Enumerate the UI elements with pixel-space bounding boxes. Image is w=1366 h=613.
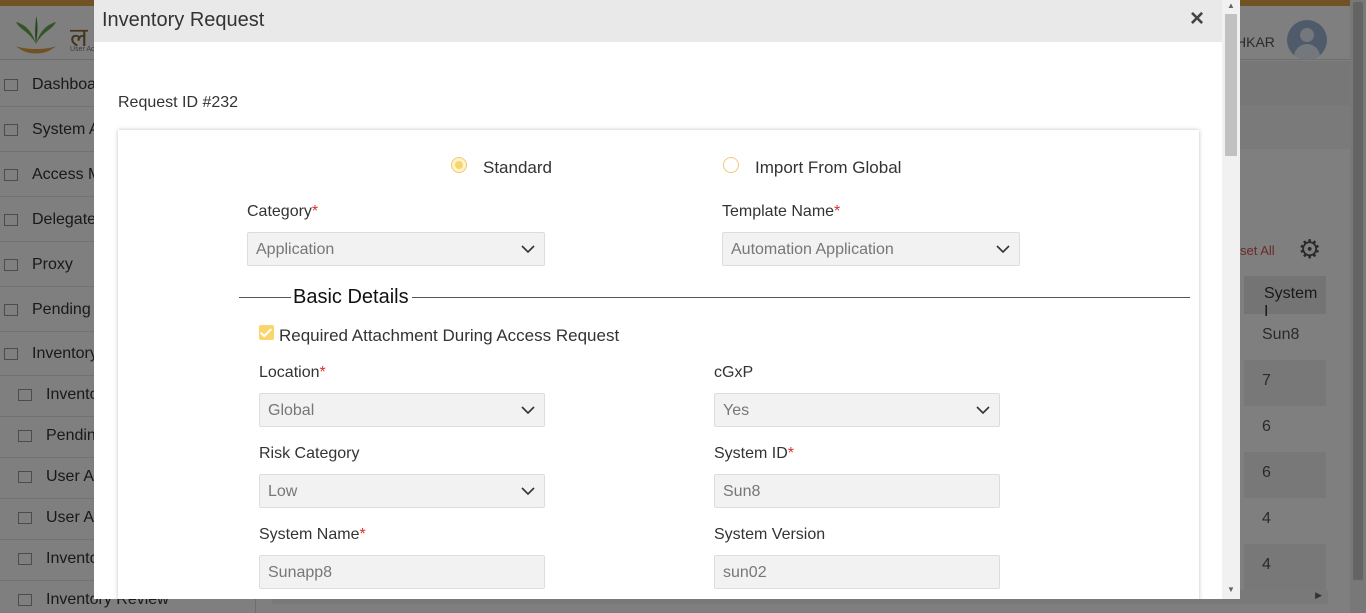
section-divider: [239, 297, 291, 298]
system-id-label: System ID*: [714, 445, 795, 462]
category-label: Category*: [247, 203, 319, 220]
system-id-input[interactable]: Sun8: [714, 474, 1000, 508]
chevron-down-icon: [521, 406, 535, 415]
system-version-input[interactable]: sun02: [714, 555, 1000, 589]
required-marker: *: [319, 364, 326, 381]
request-form-card: Standard Import From Global Category* Ap…: [118, 130, 1199, 599]
system-name-input[interactable]: Sunapp8: [259, 555, 545, 589]
required-marker: *: [311, 203, 319, 220]
inventory-request-modal: Inventory Request × Request ID #232 Stan…: [94, 0, 1240, 599]
risk-category-label: Risk Category: [259, 445, 360, 462]
scroll-up-icon[interactable]: ▲: [1227, 1, 1235, 10]
required-marker: *: [787, 445, 795, 462]
system-name-label: System Name*: [259, 526, 366, 543]
risk-category-select[interactable]: Low: [259, 474, 545, 508]
chevron-down-icon: [996, 245, 1010, 254]
location-select[interactable]: Global: [259, 393, 545, 427]
request-id: Request ID #232: [118, 94, 239, 111]
section-divider: [412, 297, 1190, 298]
close-icon[interactable]: ×: [1190, 7, 1204, 31]
scroll-down-icon[interactable]: ▼: [1227, 585, 1235, 594]
chevron-down-icon: [521, 487, 535, 496]
radio-standard[interactable]: [451, 157, 467, 173]
modal-scroll-thumb[interactable]: [1225, 14, 1237, 156]
location-label: Location*: [259, 364, 326, 381]
modal-scrollbar[interactable]: ▲ ▼: [1222, 0, 1240, 599]
radio-import-from-global[interactable]: [723, 157, 739, 173]
template-name-select[interactable]: Automation Application: [722, 232, 1020, 266]
required-marker: *: [359, 526, 366, 543]
template-name-label: Template Name*: [722, 203, 841, 220]
required-attachment-label[interactable]: Required Attachment During Access Reques…: [279, 326, 619, 346]
system-version-label: System Version: [714, 526, 826, 543]
section-title-basic-details: Basic Details: [293, 286, 409, 308]
radio-import-from-global-label[interactable]: Import From Global: [755, 158, 901, 178]
required-marker: *: [834, 203, 841, 220]
modal-title: Inventory Request: [102, 9, 265, 31]
required-attachment-checkbox[interactable]: [259, 325, 274, 340]
cgxp-select[interactable]: Yes: [714, 393, 1000, 427]
modal-header: Inventory Request ×: [94, 0, 1240, 42]
radio-standard-label[interactable]: Standard: [483, 158, 552, 178]
cgxp-label: cGxP: [714, 364, 754, 381]
category-select[interactable]: Application: [247, 232, 545, 266]
chevron-down-icon: [521, 245, 535, 254]
chevron-down-icon: [976, 406, 990, 415]
